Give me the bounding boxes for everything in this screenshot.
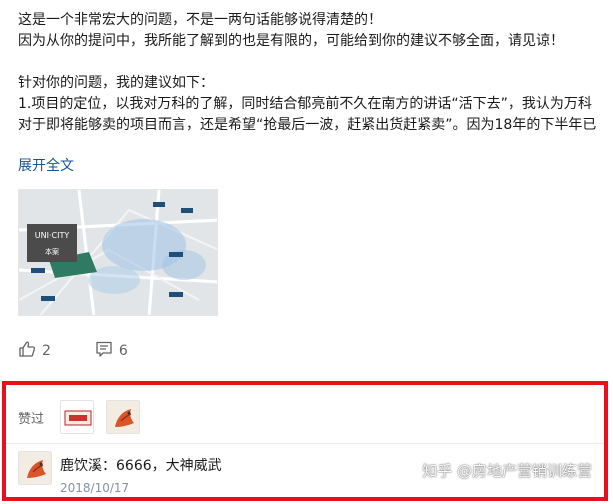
panel-divider xyxy=(6,443,604,444)
comment-text: 6666，大神威武 xyxy=(116,458,222,474)
thumbs-up-icon xyxy=(18,340,36,362)
map-sub-text: 本案 xyxy=(45,247,59,256)
liked-label: 赞过 xyxy=(18,411,45,427)
liked-users-row: 赞过 xyxy=(18,397,141,437)
map-illustration: UNI·CITY 本案 xyxy=(19,190,217,315)
like-count: 2 xyxy=(42,343,51,359)
answer-card: 这是一个非常宏大的问题，不是一两句话能够说得清楚的！ 因为从你的提问中，我所能了… xyxy=(0,0,613,504)
answer-content: 这是一个非常宏大的问题，不是一两句话能够说得清楚的！ 因为从你的提问中，我所能了… xyxy=(18,10,608,136)
answer-line: 1.项目的定位，以我对万科的了解，同时结合郁亮前不久在南方的讲话“活下去”，我认… xyxy=(18,96,592,112)
map-thumbnail-image[interactable]: UNI·CITY 本案 xyxy=(18,189,218,316)
likes-and-comments-panel: 赞过 鹿饮溪：6666，大神威武 2018/10/17 知乎 @房地产营销训练营 xyxy=(2,381,608,501)
liker-avatar[interactable] xyxy=(60,400,95,434)
comment-icon xyxy=(95,340,113,362)
comment-count: 6 xyxy=(118,343,128,359)
answer-line: 针对你的问题，我的建议如下： xyxy=(18,75,214,91)
comment-author[interactable]: 鹿饮溪 xyxy=(60,458,102,474)
map-brand-text: UNI·CITY xyxy=(35,231,70,240)
comment-date: 2018/10/17 xyxy=(60,481,130,495)
comment-content: 鹿饮溪：6666，大神威武 xyxy=(60,455,222,475)
comment-button[interactable]: 6 xyxy=(95,340,128,362)
answer-blank-line xyxy=(18,52,608,73)
answer-actions: 2 6 xyxy=(18,340,128,362)
liker-avatar[interactable] xyxy=(106,400,141,434)
expand-full-text-link[interactable]: 展开全文 xyxy=(18,155,74,175)
comment-separator: ： xyxy=(102,458,116,474)
answer-line: 因为从你的提问中，我所能了解到的也是有限的，可能给到你的建议不够全面，请见谅！ xyxy=(18,33,564,49)
like-button[interactable]: 2 xyxy=(18,340,51,362)
zhihu-watermark: 知乎 @房地产营销训练营 xyxy=(422,462,592,480)
answer-line: 这是一个非常宏大的问题，不是一两句话能够说得清楚的！ xyxy=(18,12,382,28)
commenter-avatar[interactable] xyxy=(18,451,52,485)
answer-line: 对于即将能够卖的项目而言，还是希望“抢最后一波，赶紧出货赶紧卖”。因为18年的下… xyxy=(18,117,597,133)
